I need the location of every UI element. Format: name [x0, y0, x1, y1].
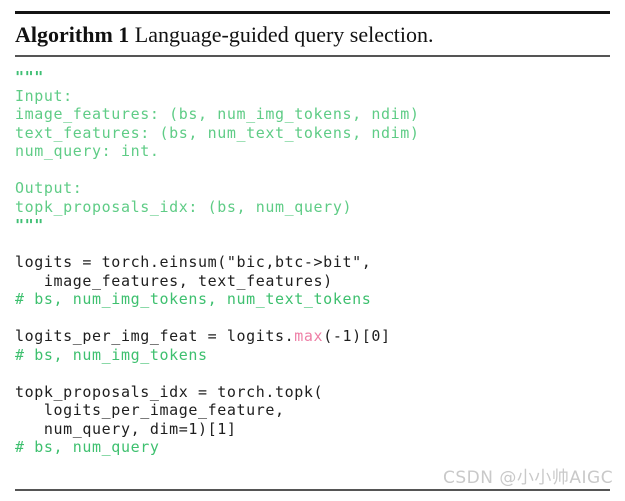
code-line: logits_per_img_feat = logits.max(-1)[0]	[15, 327, 615, 346]
algorithm-block: Algorithm 1 Language-guided query select…	[0, 0, 625, 501]
rule-bottom	[15, 489, 610, 491]
code-token-docbody: text_features: (bs, num_text_tokens, ndi…	[15, 123, 420, 142]
code-token-docbody: topk_proposals_idx: (bs, num_query)	[15, 197, 353, 216]
rule-middle	[15, 55, 610, 57]
code-line: topk_proposals_idx = torch.topk(	[15, 383, 615, 402]
code-token-doc: """	[15, 68, 44, 86]
code-token-plain: num_query, dim=1)[1]	[15, 419, 237, 438]
code-line: Input:	[15, 87, 615, 106]
code-token-comment: # bs, num_query	[15, 438, 160, 456]
code-line: # bs, num_img_tokens	[15, 346, 615, 365]
code-line: num_query: int.	[15, 142, 615, 161]
code-token-plain: topk_proposals_idx = torch.topk(	[15, 382, 324, 401]
code-line: Output:	[15, 179, 615, 198]
algorithm-code-listing: """ Input: image_features: (bs, num_img_to…	[15, 68, 615, 457]
code-line: # bs, num_img_tokens, num_text_tokens	[15, 290, 615, 309]
code-token-plain: logits_per_img_feat = logits.	[15, 327, 295, 345]
code-line: image_features: (bs, num_img_tokens, ndi…	[15, 105, 615, 124]
code-token-docbody: num_query: int.	[15, 142, 160, 160]
code-token-comment: # bs, num_img_tokens	[15, 345, 208, 364]
code-line: # bs, num_query	[15, 438, 615, 457]
code-token-docbody: Input:	[15, 86, 73, 105]
watermark-text: CSDN @小小帅AIGC	[443, 468, 614, 488]
code-line: """	[15, 216, 615, 235]
code-line: num_query, dim=1)[1]	[15, 420, 615, 439]
algorithm-title-description: Language-guided query selection.	[134, 22, 434, 47]
code-line: logits = torch.einsum("bic,btc->bit",	[15, 253, 615, 272]
code-token-plain: logits_per_image_feature,	[15, 401, 285, 419]
algorithm-title: Algorithm 1 Language-guided query select…	[15, 22, 433, 48]
code-line: """	[15, 68, 615, 87]
code-line: topk_proposals_idx: (bs, num_query)	[15, 198, 615, 217]
code-token-comment: # bs, num_img_tokens, num_text_tokens	[15, 290, 372, 308]
code-token-plain: logits = torch.einsum("bic,btc->bit",	[15, 253, 372, 271]
code-line: image_features, text_features)	[15, 272, 615, 291]
code-token-docbody: image_features: (bs, num_img_tokens, ndi…	[15, 105, 420, 123]
code-token-plain: image_features, text_features)	[15, 271, 333, 290]
code-line: logits_per_image_feature,	[15, 401, 615, 420]
code-token-builtin: max	[294, 327, 324, 345]
code-line: text_features: (bs, num_text_tokens, ndi…	[15, 124, 615, 143]
algorithm-title-keyword: Algorithm 1	[15, 22, 130, 47]
code-token-doc: """	[15, 216, 44, 234]
code-token-plain: (-1)[0]	[323, 327, 391, 345]
rule-top	[15, 11, 610, 14]
code-token-docbody: Output:	[15, 179, 83, 197]
